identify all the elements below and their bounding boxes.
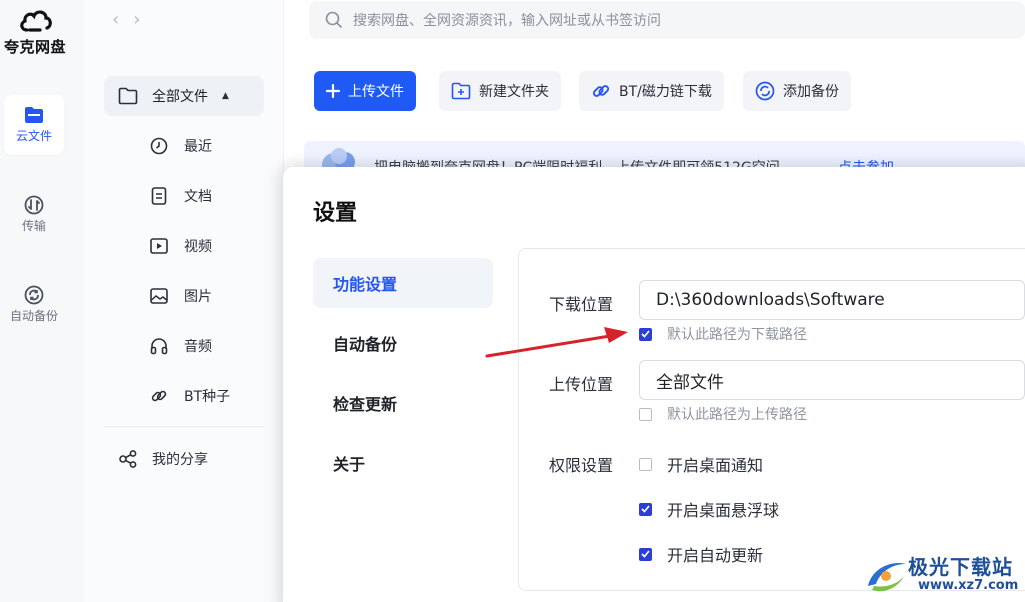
checkbox-checked-icon xyxy=(639,327,652,341)
category-label: 文档 xyxy=(184,189,212,205)
bt-magnet-download-button[interactable]: BT/磁力链下载 xyxy=(579,71,724,111)
sync-icon xyxy=(4,283,64,307)
video-icon xyxy=(148,235,170,257)
left-rail: 夸克网盘 云文件 传输 自动备份 xyxy=(0,0,84,602)
checkbox-label: 默认此路径为下载路径 xyxy=(667,327,807,343)
search-input[interactable]: 搜索网盘、全网资源资讯，输入网址或从书签访问 xyxy=(309,1,1025,39)
clock-icon xyxy=(148,135,170,157)
swirl-logo-icon xyxy=(868,562,906,592)
caret-up-icon[interactable]: ▲ xyxy=(222,91,229,101)
link-icon xyxy=(591,81,611,101)
headphones-icon xyxy=(148,335,170,357)
download-path-value: D:\360downloads\Software xyxy=(656,290,885,310)
checkbox-label: 开启桌面悬浮球 xyxy=(667,501,780,520)
rail-label: 传输 xyxy=(21,219,46,233)
category-label: 最近 xyxy=(184,139,212,155)
tab-check-updates[interactable]: 检查更新 xyxy=(313,378,493,428)
permission-settings-label: 权限设置 xyxy=(549,456,614,475)
settings-dialog: 设置 功能设置 自动备份 检查更新 关于 下载位置 D:\360download… xyxy=(283,167,1025,602)
new-folder-label: 新建文件夹 xyxy=(479,84,549,100)
image-icon xyxy=(148,285,170,307)
upload-location-label: 上传位置 xyxy=(549,375,614,394)
checkbox-checked-icon xyxy=(639,547,652,561)
checkbox-unchecked-icon xyxy=(639,457,652,471)
search-placeholder: 搜索网盘、全网资源资讯，输入网址或从书签访问 xyxy=(353,13,661,29)
category-label: BT种子 xyxy=(184,389,231,405)
tab-label: 自动备份 xyxy=(333,335,398,354)
rail-item-auto-backup[interactable]: 自动备份 xyxy=(4,275,64,335)
category-item-documents[interactable]: 文档 xyxy=(148,181,212,211)
desktop-float-ball-checkbox[interactable]: 开启桌面悬浮球 xyxy=(639,497,779,521)
rail-label: 自动备份 xyxy=(9,309,58,323)
document-icon xyxy=(148,185,170,207)
category-sidebar: ‹› 全部文件 ▲ 最近 文档 视频 图片 音频 BT种子 我的分享 xyxy=(84,0,284,602)
upload-label: 上传文件 xyxy=(348,84,404,100)
upload-path-value: 全部文件 xyxy=(656,372,724,393)
category-item-bt-seeds[interactable]: BT种子 xyxy=(148,381,230,411)
upload-file-button[interactable]: 上传文件 xyxy=(314,71,416,111)
category-item-images[interactable]: 图片 xyxy=(148,281,212,311)
forward-arrow-icon[interactable]: › xyxy=(133,9,154,30)
desktop-notify-checkbox[interactable]: 开启桌面通知 xyxy=(639,452,763,476)
category-all-files[interactable]: 全部文件 ▲ xyxy=(104,76,264,116)
link-icon xyxy=(148,385,170,407)
app-logo: 夸克网盘 xyxy=(0,6,70,57)
watermark-url: www.xz7.com xyxy=(918,578,1019,593)
rail-item-cloud-files[interactable]: 云文件 xyxy=(4,95,64,155)
checkbox-label: 开启桌面通知 xyxy=(667,456,764,475)
category-item-video[interactable]: 视频 xyxy=(148,231,212,261)
tab-about[interactable]: 关于 xyxy=(313,438,493,488)
category-divider xyxy=(104,426,264,427)
app-name: 夸克网盘 xyxy=(3,38,66,56)
category-item-audio[interactable]: 音频 xyxy=(148,331,212,361)
rail-item-transfer[interactable]: 传输 xyxy=(4,185,64,245)
folder-outline-icon xyxy=(118,87,138,105)
download-default-checkbox[interactable]: 默认此路径为下载路径 xyxy=(639,324,807,344)
plus-icon xyxy=(326,84,340,98)
share-icon xyxy=(118,449,138,469)
bt-download-label: BT/磁力链下载 xyxy=(619,84,712,100)
download-location-label: 下载位置 xyxy=(549,295,614,314)
tab-label: 检查更新 xyxy=(333,395,398,414)
category-item-recent[interactable]: 最近 xyxy=(148,131,212,161)
upload-path-field[interactable]: 全部文件 xyxy=(639,360,1025,400)
tab-function-settings[interactable]: 功能设置 xyxy=(313,258,493,308)
tab-label: 关于 xyxy=(333,455,366,474)
site-watermark: 极光下载站 www.xz7.com xyxy=(862,548,1025,602)
sync-icon xyxy=(755,81,775,101)
download-path-field[interactable]: D:\360downloads\Software xyxy=(639,280,1025,320)
folder-plus-icon xyxy=(451,82,471,100)
category-my-share[interactable]: 我的分享 xyxy=(118,446,208,472)
auto-update-checkbox[interactable]: 开启自动更新 xyxy=(639,542,763,566)
search-icon xyxy=(325,11,343,29)
dialog-title: 设置 xyxy=(313,201,358,226)
share-label: 我的分享 xyxy=(152,452,208,468)
checkbox-label: 开启自动更新 xyxy=(667,546,764,565)
upload-default-checkbox[interactable]: 默认此路径为上传路径 xyxy=(639,404,807,424)
settings-panel: 下载位置 D:\360downloads\Software 默认此路径为下载路径… xyxy=(518,248,1025,591)
watermark-text: 极光下载站 xyxy=(908,555,1013,579)
category-label: 图片 xyxy=(184,289,212,305)
tab-auto-backup[interactable]: 自动备份 xyxy=(313,318,493,368)
rail-label: 云文件 xyxy=(15,129,52,143)
back-arrow-icon[interactable]: ‹ xyxy=(112,9,133,30)
category-label: 视频 xyxy=(184,239,212,255)
checkbox-unchecked-icon xyxy=(639,407,652,421)
category-label: 全部文件 xyxy=(152,89,208,105)
nav-arrows: ‹› xyxy=(112,9,154,30)
transfer-icon xyxy=(4,193,64,217)
folder-icon xyxy=(4,103,64,127)
checkbox-checked-icon xyxy=(639,502,652,516)
cloud-logo-icon xyxy=(20,10,52,32)
tab-label: 功能设置 xyxy=(333,275,398,294)
add-backup-label: 添加备份 xyxy=(783,84,839,100)
add-backup-button[interactable]: 添加备份 xyxy=(743,71,851,111)
checkbox-label: 默认此路径为上传路径 xyxy=(667,407,807,423)
category-label: 音频 xyxy=(184,339,212,355)
new-folder-button[interactable]: 新建文件夹 xyxy=(439,71,561,111)
